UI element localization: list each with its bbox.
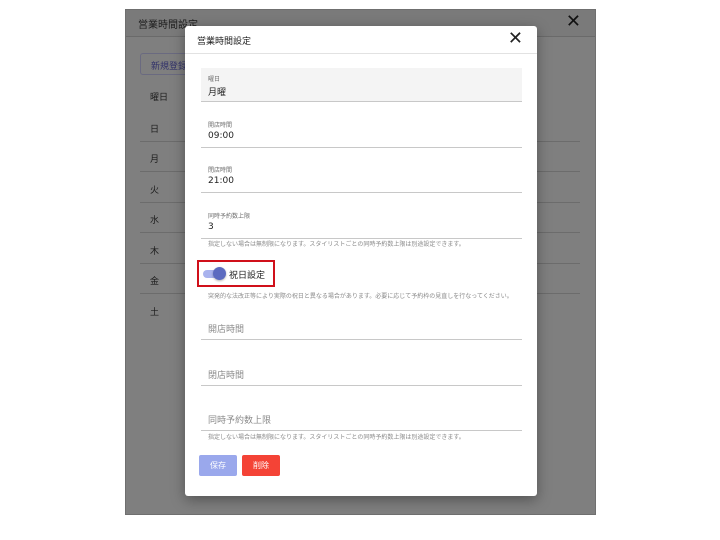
holiday-max-reservations-helper: 指定しない場合は無制限になります。スタイリストごとの同時予約数上限は別途設定でき… — [208, 434, 465, 441]
open-time-value: 09:00 — [208, 131, 234, 141]
row-weekday: 月 — [150, 155, 160, 165]
weekday-value: 月曜 — [208, 88, 227, 98]
row-weekday: 土 — [150, 308, 160, 318]
holiday-open-time-field[interactable]: 開店時間 — [201, 306, 522, 340]
max-reservations-helper: 指定しない場合は無制限になります。スタイリストごとの同時予約数上限は別途設定でき… — [208, 241, 465, 248]
weekday-select[interactable]: 曜日 月曜 — [201, 68, 522, 102]
save-button[interactable]: 保存 — [199, 455, 237, 476]
holiday-close-time-placeholder: 閉店時間 — [208, 371, 245, 381]
background-close-icon[interactable]: ✕ — [566, 12, 581, 32]
holiday-close-time-field[interactable]: 閉店時間 — [201, 352, 522, 386]
weekday-label: 曜日 — [208, 76, 221, 83]
close-icon[interactable]: ✕ — [508, 29, 523, 49]
dialog-title: 営業時間設定 — [197, 37, 252, 47]
close-time-label: 閉店時間 — [208, 167, 233, 174]
business-hours-dialog: 営業時間設定 ✕ 曜日 月曜 開店時間 09:00 閉店時間 21:00 同時予… — [185, 26, 537, 496]
dialog-header: 営業時間設定 ✕ — [185, 26, 537, 54]
open-time-field[interactable]: 開店時間 09:00 — [201, 114, 522, 148]
row-weekday: 水 — [150, 216, 160, 226]
weekday-column-header: 曜日 — [150, 93, 169, 103]
holiday-setting-toggle[interactable]: 祝日設定 — [197, 260, 275, 287]
holiday-setting-label: 祝日設定 — [229, 271, 266, 281]
close-time-field[interactable]: 閉店時間 21:00 — [201, 159, 522, 193]
row-weekday: 日 — [150, 125, 160, 135]
toggle-thumb[interactable] — [213, 267, 226, 280]
max-reservations-value: 3 — [208, 222, 214, 232]
close-time-value: 21:00 — [208, 176, 234, 186]
holiday-max-reservations-field[interactable]: 同時予約数上限 — [201, 397, 522, 431]
holiday-max-reservations-placeholder: 同時予約数上限 — [208, 416, 272, 426]
holiday-helper: 突発的な法改正等により実際の祝日と異なる場合があります。必要に応じて予約枠の見直… — [208, 293, 513, 300]
max-reservations-label: 同時予約数上限 — [208, 213, 251, 220]
delete-button[interactable]: 削除 — [242, 455, 280, 476]
row-weekday: 火 — [150, 186, 160, 196]
max-reservations-field[interactable]: 同時予約数上限 3 — [201, 205, 522, 239]
row-weekday: 金 — [150, 277, 160, 287]
holiday-open-time-placeholder: 開店時間 — [208, 325, 245, 335]
row-weekday: 木 — [150, 247, 160, 257]
open-time-label: 開店時間 — [208, 122, 233, 129]
